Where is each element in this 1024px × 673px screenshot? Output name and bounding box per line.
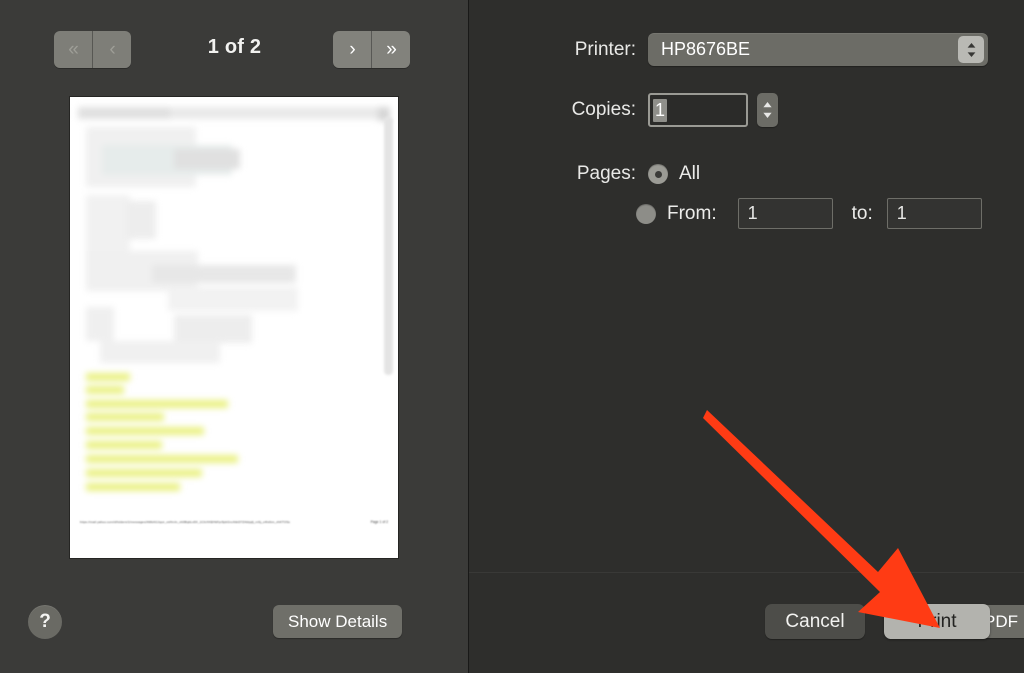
page-nav-forward-group[interactable]: › » xyxy=(333,31,410,68)
show-details-button[interactable]: Show Details xyxy=(273,605,403,638)
preview-highlighted-line xyxy=(86,373,130,381)
preview-content-block xyxy=(86,307,114,341)
preview-footer-url: https://mail.yahoo.com/d/folders/1/messa… xyxy=(80,520,291,524)
copies-value: 1 xyxy=(653,98,668,122)
preview-highlighted-line xyxy=(86,427,204,435)
pages-row: Pages: All xyxy=(469,163,1024,185)
action-bar-separator xyxy=(469,572,1024,573)
preview-highlighted-line xyxy=(86,400,228,408)
pages-all-radio[interactable] xyxy=(648,164,668,184)
radio-dot-icon xyxy=(654,170,662,178)
copies-row: Copies: 1 xyxy=(469,93,1024,127)
preview-highlighted-line xyxy=(86,483,180,491)
preview-page-footer: https://mail.yahoo.com/d/folders/1/messa… xyxy=(80,520,388,524)
print-preview-panel: « ‹ 1 of 2 › » https://mail.yahoo.com/d/… xyxy=(0,0,469,673)
preview-content-block xyxy=(100,341,220,363)
pages-to-value: 1 xyxy=(896,203,907,223)
next-page-button[interactable]: › xyxy=(333,31,371,68)
help-button[interactable]: ? xyxy=(28,605,62,639)
pages-to-input[interactable]: 1 xyxy=(886,198,982,229)
preview-content-block xyxy=(168,287,298,311)
printer-select[interactable]: HP8676BE xyxy=(648,33,988,66)
preview-content-block xyxy=(78,107,170,119)
preview-footer-page-number: Page 1 of 2 xyxy=(370,520,388,524)
preview-content-block xyxy=(86,195,130,255)
popup-updown-icon[interactable] xyxy=(958,36,984,63)
preview-highlighted-line xyxy=(86,455,238,463)
copies-stepper[interactable] xyxy=(757,93,778,127)
print-dialog: « ‹ 1 of 2 › » https://mail.yahoo.com/d/… xyxy=(0,0,1024,673)
preview-highlighted-line xyxy=(86,386,124,394)
document-preview[interactable]: https://mail.yahoo.com/d/folders/1/messa… xyxy=(70,97,398,558)
printer-label: Printer: xyxy=(574,38,636,60)
copies-input[interactable]: 1 xyxy=(648,93,748,127)
preview-header: « ‹ 1 of 2 › » xyxy=(0,0,468,98)
pages-label: Pages: xyxy=(576,163,636,184)
preview-highlighted-line xyxy=(86,413,164,421)
preview-highlighted-line xyxy=(86,469,202,477)
last-page-button[interactable]: » xyxy=(371,31,410,68)
preview-content-block xyxy=(174,315,252,343)
printer-row: Printer: HP8676BE xyxy=(469,33,1024,66)
cancel-button[interactable]: Cancel xyxy=(765,604,865,639)
pages-all-label[interactable]: All xyxy=(679,163,700,185)
printer-selected-value: HP8676BE xyxy=(661,39,751,59)
preview-content-block xyxy=(152,265,296,283)
stepper-updown-icon xyxy=(763,102,772,118)
pages-from-input[interactable]: 1 xyxy=(737,198,833,229)
preview-content-block xyxy=(174,149,240,169)
pages-from-radio[interactable] xyxy=(636,203,656,224)
chevron-updown-icon xyxy=(967,42,975,57)
pages-from-value: 1 xyxy=(747,203,758,223)
preview-page-scrollbar-artifact xyxy=(384,117,393,375)
preview-highlighted-line xyxy=(86,441,162,449)
print-settings-panel: Printer: HP8676BE Copies: 1 Pages: All F… xyxy=(469,0,1024,673)
print-button[interactable]: Print xyxy=(884,604,990,639)
preview-page: https://mail.yahoo.com/d/folders/1/messa… xyxy=(70,97,398,558)
pages-to-label: to: xyxy=(851,202,873,224)
pages-from-label[interactable]: From: xyxy=(667,203,717,225)
pages-range-row: From: 1 to: 1 xyxy=(636,198,982,229)
copies-label: Copies: xyxy=(571,99,636,120)
preview-content-block xyxy=(126,201,156,239)
preview-page-content xyxy=(78,105,390,550)
